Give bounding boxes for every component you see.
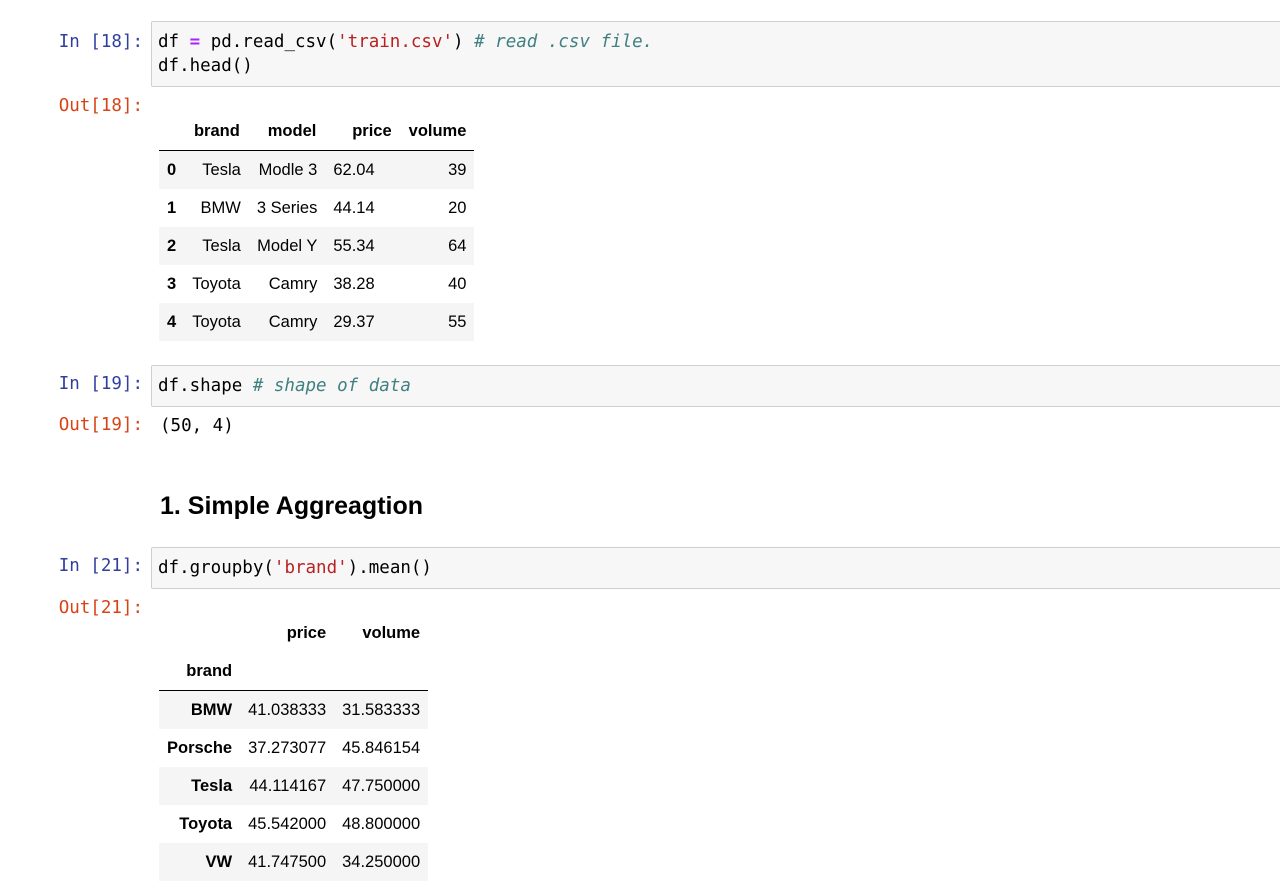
code-cell-input[interactable]: df.groupby('brand').mean()	[151, 547, 1280, 589]
table-cell: Tesla	[202, 236, 241, 255]
table-cell: BMW	[200, 198, 241, 217]
table-cell: 37.273077	[248, 738, 327, 757]
row-index: 1	[167, 198, 177, 217]
table-row: 4 Toyota Camry 29.37 55	[159, 303, 475, 341]
code-token: # read .csv file.	[474, 32, 654, 52]
table-row: VW 41.747500 34.250000	[159, 843, 429, 881]
table-cell: 62.04	[333, 160, 375, 179]
code-token: df	[158, 32, 190, 52]
column-header: model	[248, 112, 326, 151]
input-prompt: In [18]:	[58, 32, 143, 52]
table-cell: Modle 3	[258, 160, 318, 179]
table-cell: 47.750000	[342, 776, 421, 795]
row-index: 4	[167, 312, 177, 331]
output-prompt: Out[19]:	[58, 415, 143, 435]
code-token: df.groupby(	[158, 558, 274, 578]
output-text: (50, 4)	[160, 416, 234, 436]
column-header: volume	[362, 623, 421, 642]
table-cell: 34.250000	[342, 852, 421, 871]
column-header: volume	[400, 112, 475, 151]
table-cell: 55.34	[333, 236, 375, 255]
table-cell: 38.28	[333, 274, 375, 293]
table-cell: Camry	[268, 274, 318, 293]
code-line: df.shape # shape of data	[158, 374, 1280, 398]
table-cell: 40	[448, 274, 467, 293]
output-prompt: Out[21]:	[58, 598, 143, 618]
empty-header-cell	[240, 652, 335, 691]
column-header	[159, 614, 240, 652]
table-cell: 3 Series	[256, 198, 318, 217]
table-cell: Camry	[268, 312, 318, 331]
table-cell: 55	[448, 312, 467, 331]
table-row: 2 Tesla Model Y 55.34 64	[159, 227, 475, 265]
row-index: 2	[167, 236, 177, 255]
code-token: # shape of data	[252, 376, 411, 396]
table-cell: Toyota	[192, 274, 241, 293]
code-line: df = pd.read_csv('train.csv') # read .cs…	[158, 30, 1280, 54]
row-index: VW	[205, 852, 233, 871]
table-cell: 20	[448, 198, 467, 217]
table-row: 1 BMW 3 Series 44.14 20	[159, 189, 474, 227]
column-header: price	[325, 112, 401, 151]
table-cell: 44.14	[333, 198, 375, 217]
table-cell: 41.747500	[248, 852, 327, 871]
row-index: Toyota	[179, 814, 233, 833]
table-cell: Toyota	[192, 312, 241, 331]
code-token: df.shape	[158, 376, 253, 396]
table-cell: 44.114167	[249, 776, 327, 795]
section-heading: 1. Simple Aggreagtion	[160, 492, 424, 520]
row-index: 3	[167, 274, 177, 293]
table-cell: 45.846154	[342, 738, 421, 757]
input-prompt: In [21]:	[58, 556, 143, 576]
table-cell: 39	[448, 160, 467, 179]
row-index: BMW	[190, 700, 233, 719]
code-line: df.groupby('brand').mean()	[158, 556, 1280, 580]
row-index: 0	[167, 160, 177, 179]
row-index: Porsche	[167, 738, 233, 757]
table-cell: 64	[448, 236, 467, 255]
table-cell: 45.542000	[248, 814, 327, 833]
groupby-table: price volume brand BMW 41.038333 31.583333 P…	[159, 614, 429, 881]
column-header: price	[286, 623, 327, 642]
table-row: 0 Tesla Modle 3 62.04 39	[159, 150, 475, 189]
code-token: 'brand'	[273, 558, 348, 578]
table-row: 3 Toyota Camry 38.28 40	[159, 265, 474, 303]
column-header	[159, 112, 185, 151]
input-prompt: In [19]:	[58, 374, 143, 394]
output-prompt: Out[18]:	[58, 96, 143, 116]
code-token: ).mean()	[347, 558, 432, 578]
code-cell-input[interactable]: df = pd.read_csv('train.csv') # read .cs…	[151, 21, 1280, 87]
column-header: brand	[184, 112, 249, 151]
code-token: 'train.csv'	[337, 32, 454, 52]
code-line: df.head()	[158, 54, 1280, 78]
table-cell: Tesla	[202, 160, 241, 179]
index-name-header: brand	[159, 652, 241, 691]
code-token: )	[453, 32, 475, 52]
code-token: pd.read_csv(	[200, 32, 338, 52]
row-index: Tesla	[191, 776, 233, 795]
table-cell: Model Y	[257, 236, 318, 255]
code-token: =	[189, 32, 201, 52]
code-cell-input[interactable]: df.shape # shape of data	[151, 365, 1280, 407]
table-row: Tesla 44.114167 47.750000	[159, 767, 429, 805]
dataframe-table: brand model price volume 0 Tesla Modle 3 62.04…	[159, 112, 475, 341]
table-row: BMW 41.038333 31.583333	[159, 690, 429, 729]
empty-header-cell	[334, 652, 429, 691]
table-cell: 29.37	[333, 312, 375, 331]
table-cell: 41.038333	[248, 700, 327, 719]
table-row: Porsche 37.273077 45.846154	[159, 729, 428, 767]
table-row: Toyota 45.542000 48.800000	[159, 805, 428, 843]
table-cell: 48.800000	[342, 814, 421, 833]
code-token: df.head()	[158, 56, 253, 76]
table-cell: 31.583333	[342, 700, 421, 719]
